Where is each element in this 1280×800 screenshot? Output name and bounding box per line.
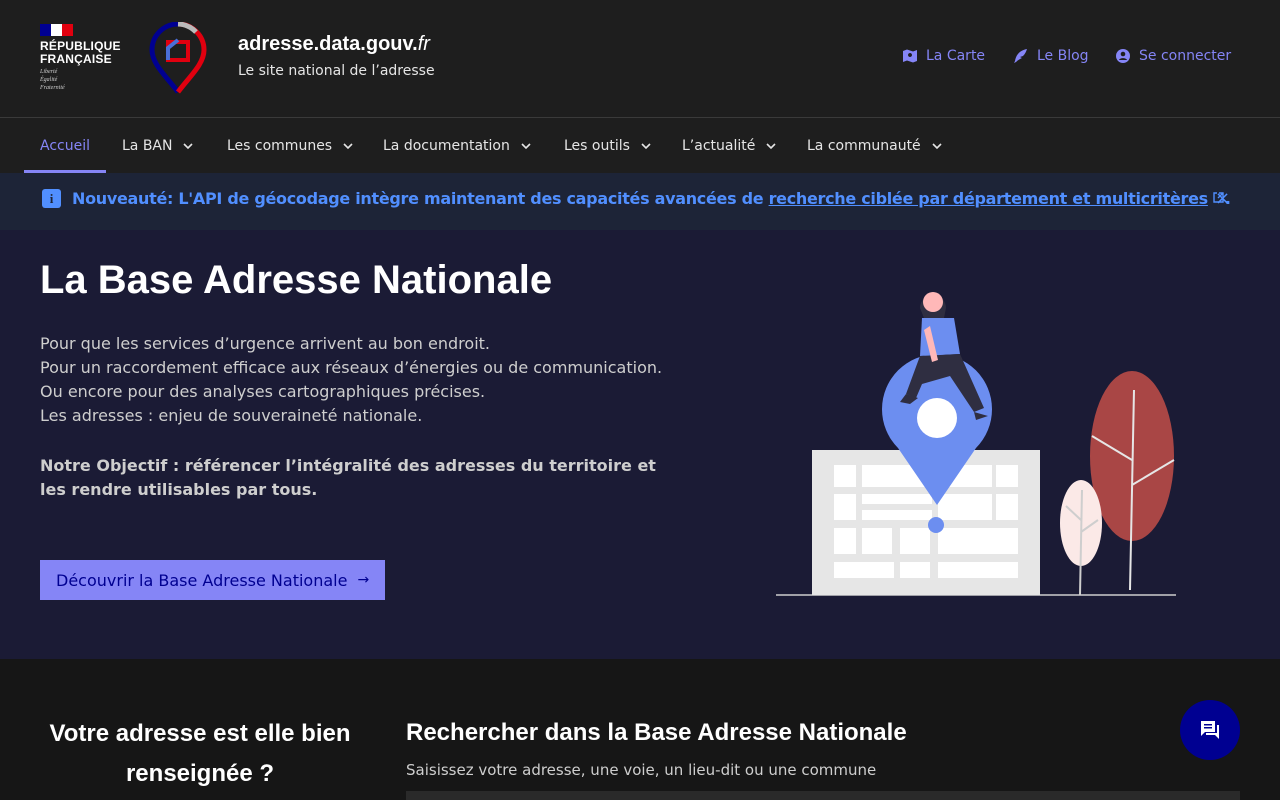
nav-label: La communauté [807, 137, 921, 154]
notice-prefix: Nouveauté: L'API de géocodage intègre ma… [72, 189, 769, 208]
notice-close-button[interactable]: × [1215, 190, 1230, 208]
hero-goal: Notre Objectif : référencer l’intégralit… [40, 456, 656, 499]
nav-label: Les communes [227, 137, 333, 154]
la-carte-label: La Carte [926, 48, 986, 64]
chevron-down-icon [641, 142, 651, 149]
hero-illustration [776, 292, 1176, 596]
search-hint: Saisissez votre adresse, une voie, un li… [406, 761, 877, 779]
site-title[interactable]: adresse.data.gouv.fr [238, 33, 430, 56]
nav-item-l-actualite[interactable]: L’actualité [682, 118, 777, 173]
notice-text: Nouveauté: L'API de géocodage intègre ma… [72, 189, 1231, 208]
rf-motto-2: Égalité [40, 77, 58, 83]
chevron-down-icon [932, 142, 942, 149]
nav-item-la-communaute[interactable]: La communauté [807, 118, 943, 173]
nav-label: Les outils [564, 137, 630, 154]
search-section: Votre adresse est elle bien renseignée ?… [0, 659, 1280, 800]
nav-label: La documentation [383, 137, 510, 154]
map-icon [903, 49, 917, 63]
marianne-icon [40, 24, 73, 36]
site-tld: fr [417, 33, 430, 55]
republique-francaise-logo[interactable]: RÉPUBLIQUE FRANÇAISE Liberté Égalité Fra… [40, 24, 120, 92]
nav-item-les-communes[interactable]: Les communes [227, 118, 354, 173]
nav-label: L’actualité [682, 137, 756, 154]
se-connecter-label: Se connecter [1139, 48, 1232, 64]
site-name: adresse.data.gouv. [238, 33, 418, 55]
cta-label: Découvrir la Base Adresse Nationale [56, 570, 348, 590]
main-nav: Accueil La BAN Les communes La documenta… [0, 118, 1280, 173]
rf-motto-3: Fraternité [40, 85, 65, 91]
rf-motto-1: Liberté [40, 69, 58, 75]
account-icon [1116, 49, 1130, 63]
chevron-down-icon [183, 142, 194, 149]
nav-item-la-ban[interactable]: La BAN [122, 118, 194, 173]
notice-link[interactable]: recherche ciblée par département et mult… [769, 189, 1225, 208]
chevron-down-icon [766, 142, 776, 149]
site-header: RÉPUBLIQUE FRANÇAISE Liberté Égalité Fra… [0, 0, 1280, 118]
rf-name: RÉPUBLIQUE FRANÇAISE [40, 40, 120, 66]
le-blog-label: Le Blog [1037, 48, 1089, 64]
chevron-down-icon [521, 142, 531, 149]
address-check-title: Votre adresse est elle bien renseignée ? [49, 720, 351, 787]
nav-item-les-outils[interactable]: Les outils [564, 118, 652, 173]
info-notice: i Nouveauté: L'API de géocodage intègre … [0, 173, 1280, 230]
hero-line: Pour que les services d’urgence arrivent… [40, 334, 490, 353]
nav-item-la-documentation[interactable]: La documentation [383, 118, 532, 173]
le-blog-link[interactable]: Le Blog [1013, 48, 1089, 64]
hero-line: Ou encore pour des analyses cartographiq… [40, 382, 486, 401]
chat-button[interactable] [1180, 700, 1240, 760]
rf-motto: Liberté Égalité Fraternité [40, 68, 120, 92]
hero-title: La Base Adresse Nationale [40, 258, 553, 302]
hero-description: Pour que les services d’urgence arrivent… [40, 332, 662, 428]
ban-logo-icon[interactable] [148, 22, 208, 94]
chat-icon [1201, 721, 1219, 739]
se-connecter-link[interactable]: Se connecter [1115, 48, 1231, 64]
arrow-right-icon: → [357, 572, 370, 588]
notice-link-text: recherche ciblée par département et mult… [768, 189, 1209, 208]
nav-label: La BAN [122, 137, 173, 154]
address-search-input[interactable] [406, 791, 1240, 800]
hero-line: Pour un raccordement efficace aux réseau… [40, 358, 663, 377]
search-title: Rechercher dans la Base Adresse National… [406, 719, 907, 746]
chevron-down-icon [343, 142, 353, 149]
info-icon: i [42, 189, 61, 208]
hero-section: La Base Adresse Nationale Pour que les s… [0, 230, 1280, 659]
la-carte-link[interactable]: La Carte [902, 48, 985, 64]
hero-line: Les adresses : enjeu de souveraineté nat… [40, 406, 423, 425]
feather-icon [1014, 49, 1027, 63]
site-tagline: Le site national de l’adresse [238, 63, 435, 79]
nav-item-accueil[interactable]: Accueil [40, 118, 90, 173]
discover-ban-button[interactable]: Découvrir la Base Adresse Nationale → [40, 560, 386, 600]
rf-name-line2: FRANÇAISE [40, 52, 112, 66]
nav-label: Accueil [40, 137, 90, 154]
